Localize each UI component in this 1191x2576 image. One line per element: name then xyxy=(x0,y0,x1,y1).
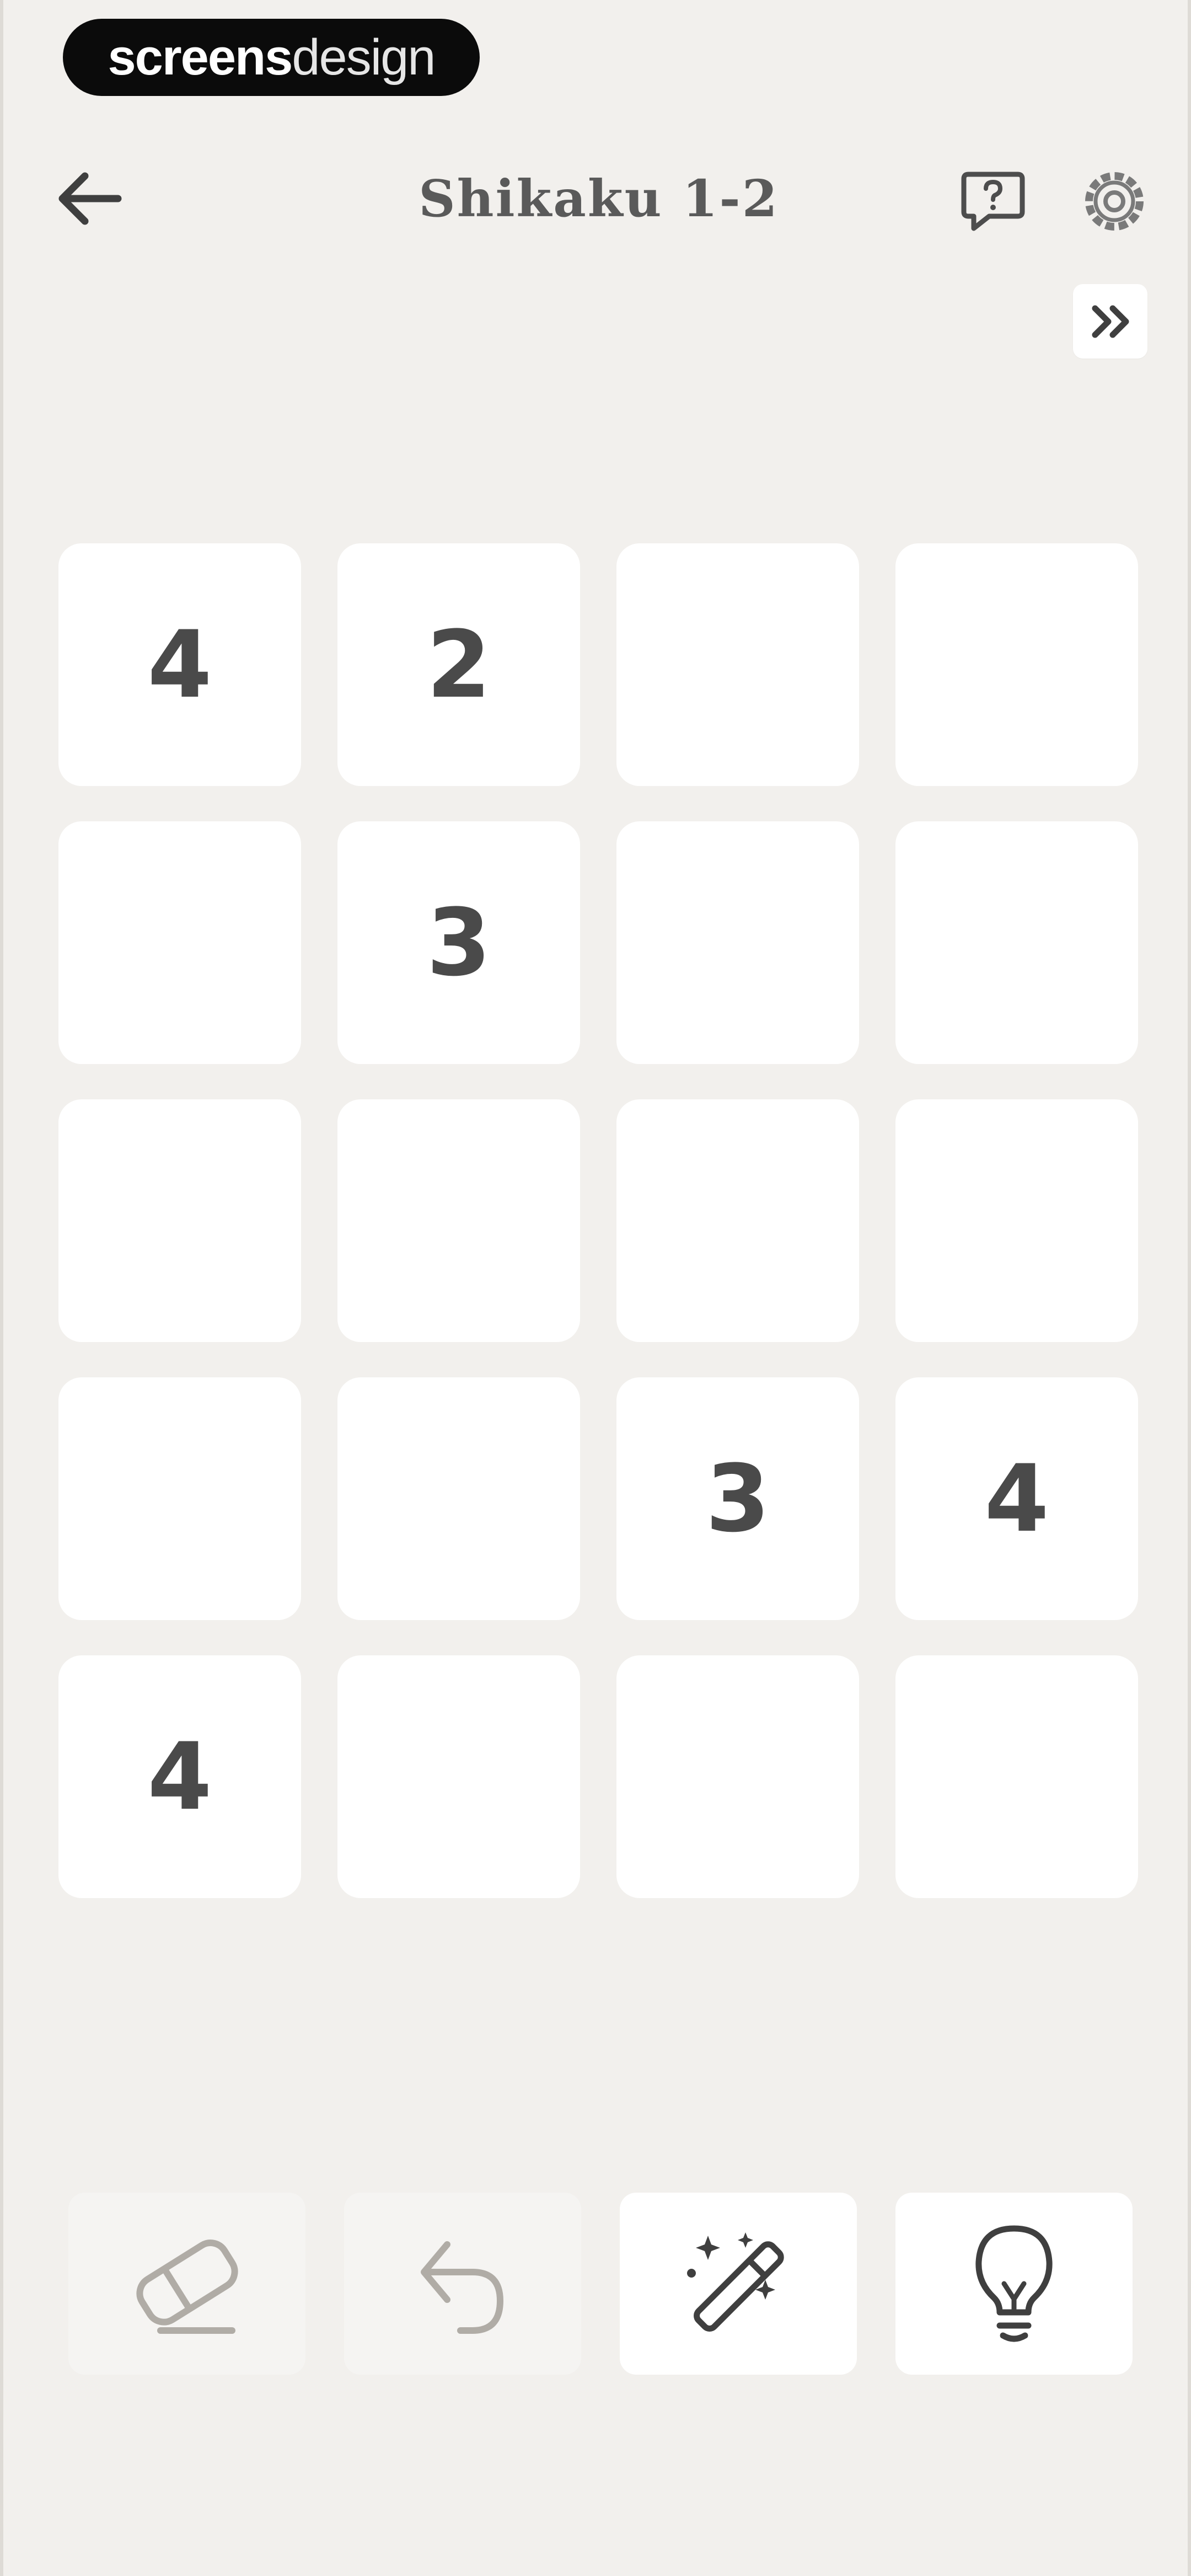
grid-cell-r4-c3[interactable]: 3 xyxy=(616,1377,859,1620)
back-button[interactable] xyxy=(47,160,130,237)
grid-cell-r2-c1[interactable] xyxy=(58,821,301,1064)
watermark-badge: screens design xyxy=(63,19,480,96)
settings-button[interactable] xyxy=(1073,165,1156,237)
magic-wand-icon xyxy=(687,2232,784,2332)
grid-cell-r1-c1[interactable]: 4 xyxy=(58,543,301,786)
grid-cell-r2-c2[interactable]: 3 xyxy=(337,821,580,1064)
puzzle-grid: 4 2 3 3 4 4 xyxy=(58,543,1139,1900)
grid-cell-r3-c4[interactable] xyxy=(895,1099,1138,1342)
eraser-icon xyxy=(136,2240,238,2334)
watermark-part-2: design xyxy=(292,29,436,85)
watermark-part-1: screens xyxy=(108,29,293,85)
grid-cell-r1-c2[interactable]: 2 xyxy=(337,543,580,786)
grid-cell-r1-c3[interactable] xyxy=(616,543,859,786)
help-chat-icon xyxy=(961,172,1025,231)
magic-wand-button[interactable] xyxy=(620,2193,857,2375)
grid-cell-r3-c3[interactable] xyxy=(616,1099,859,1342)
grid-cell-r5-c2[interactable] xyxy=(337,1655,580,1898)
lightbulb-icon xyxy=(975,2225,1053,2342)
grid-cell-r2-c3[interactable] xyxy=(616,821,859,1064)
app-frame: screens design Shikaku 1-2 4 2 3 3 4 4 xyxy=(0,0,1191,2576)
gear-icon xyxy=(1085,172,1144,231)
grid-cell-r2-c4[interactable] xyxy=(895,821,1138,1064)
undo-button[interactable] xyxy=(344,2193,581,2375)
grid-cell-r4-c4[interactable]: 4 xyxy=(895,1377,1138,1620)
skip-level-button[interactable] xyxy=(1073,284,1147,359)
help-button[interactable] xyxy=(952,165,1034,237)
bottom-toolbar xyxy=(68,2193,1133,2375)
grid-cell-r3-c1[interactable] xyxy=(58,1099,301,1342)
grid-cell-r4-c1[interactable] xyxy=(58,1377,301,1620)
grid-cell-r5-c3[interactable] xyxy=(616,1655,859,1898)
grid-cell-r4-c2[interactable] xyxy=(337,1377,580,1620)
grid-cell-r5-c4[interactable] xyxy=(895,1655,1138,1898)
header: Shikaku 1-2 xyxy=(3,143,1191,254)
grid-cell-r3-c2[interactable] xyxy=(337,1099,580,1342)
grid-cell-r5-c1[interactable]: 4 xyxy=(58,1655,301,1898)
hint-button[interactable] xyxy=(895,2193,1133,2375)
arrow-left-icon xyxy=(58,172,122,225)
eraser-button[interactable] xyxy=(68,2193,305,2375)
grid-cell-r1-c4[interactable] xyxy=(895,543,1138,786)
double-chevron-right-icon xyxy=(1092,305,1129,338)
undo-icon xyxy=(421,2241,503,2334)
